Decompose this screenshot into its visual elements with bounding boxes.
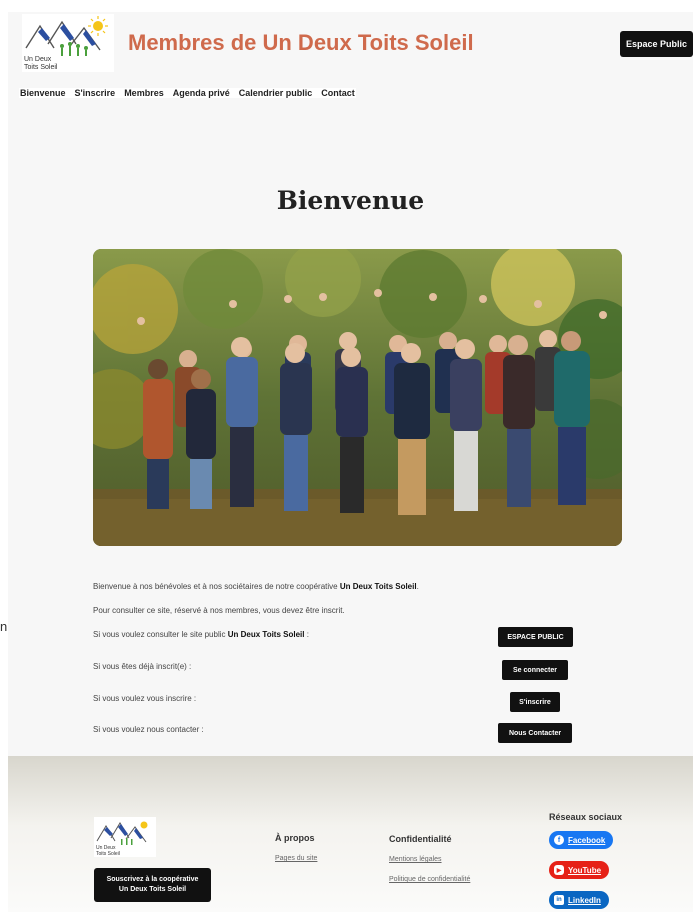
- intro-line-2: Pour consulter ce site, réservé à nos me…: [93, 606, 345, 615]
- facebook-button[interactable]: f Facebook: [549, 831, 614, 849]
- youtube-button[interactable]: ▶ YouTube: [549, 861, 610, 879]
- intro-line-1-coop-name: Un Deux Toits Soleil: [339, 582, 417, 591]
- row-public-site-prefix: Si vous voulez consulter le site public: [93, 630, 228, 639]
- contact-button[interactable]: Nous Contacter: [498, 723, 572, 743]
- footer-privacy-heading: Confidentialité: [389, 834, 452, 844]
- register-button[interactable]: S'inscrire: [510, 692, 560, 712]
- espace-public-cta-button[interactable]: ESPACE PUBLIC: [498, 627, 573, 647]
- nav-item-membres[interactable]: Membres: [124, 88, 164, 98]
- row-contact-text: Si vous voulez nous contacter :: [93, 725, 204, 734]
- footer-about-heading: À propos: [275, 833, 315, 843]
- footer-link-pages-du-site[interactable]: Pages du site: [275, 855, 317, 862]
- logo-text-line1: Un Deux: [24, 56, 52, 63]
- site-footer: Un Deux Toits Soleil Souscrivez à la coo…: [8, 756, 693, 912]
- site-logo[interactable]: Un Deux Toits Soleil: [22, 14, 114, 72]
- subscribe-button-line1: Souscrivez à la coopérative: [106, 876, 199, 883]
- linkedin-button[interactable]: in LinkedIn: [549, 891, 609, 909]
- page-title: Bienvenue: [276, 186, 425, 215]
- facebook-label: Facebook: [568, 835, 606, 845]
- row-login-text: Si vous êtes déjà inscrit(e) :: [93, 662, 192, 671]
- nav-item-sinscrire[interactable]: S'inscrire: [75, 88, 116, 98]
- footer-link-mentions-legales[interactable]: Mentions légales: [389, 856, 442, 863]
- subscribe-button[interactable]: Souscrivez à la coopérative Un Deux Toit…: [94, 868, 211, 902]
- nav-item-agenda-prive[interactable]: Agenda privé: [173, 88, 230, 98]
- group-photo: [93, 249, 622, 546]
- main-nav: Bienvenue S'inscrire Membres Agenda priv…: [19, 88, 356, 98]
- row-public-site-coop-name: Un Deux Toits Soleil: [227, 630, 305, 639]
- subscribe-button-line2: Un Deux Toits Soleil: [118, 886, 187, 893]
- footer-logo-text-line2: Toits Soleil: [96, 851, 120, 857]
- linkedin-icon: in: [554, 895, 564, 905]
- intro-line-1: Bienvenue à nos bénévoles et à nos socié…: [93, 582, 419, 591]
- nav-item-calendrier-public[interactable]: Calendrier public: [239, 88, 313, 98]
- youtube-label: YouTube: [568, 865, 602, 875]
- nav-item-contact[interactable]: Contact: [321, 88, 355, 98]
- stray-text: n: [0, 619, 8, 634]
- logo-text-line2: Toits Soleil: [24, 64, 58, 71]
- espace-public-button[interactable]: Espace Public: [620, 31, 693, 57]
- facebook-icon: f: [554, 835, 564, 845]
- youtube-icon: ▶: [554, 865, 564, 875]
- footer-logo[interactable]: Un Deux Toits Soleil: [94, 817, 156, 857]
- site-title[interactable]: Membres de Un Deux Toits Soleil: [128, 30, 474, 56]
- page-content: Un Deux Toits Soleil Membres de Un Deux …: [8, 12, 693, 756]
- row-register-text: Si vous voulez vous inscrire :: [93, 694, 197, 703]
- row-public-site-text: Si vous voulez consulter le site public …: [93, 630, 309, 639]
- row-public-site-suffix: :: [304, 630, 309, 639]
- footer-link-politique-confidentialite[interactable]: Politique de confidentialité: [389, 876, 470, 883]
- group-photo-illustration: [93, 249, 622, 546]
- footer-logo-graphic: Un Deux Toits Soleil: [96, 821, 148, 857]
- footer-social-heading: Réseaux sociaux: [549, 812, 623, 822]
- nav-item-bienvenue[interactable]: Bienvenue: [20, 88, 66, 98]
- linkedin-label: LinkedIn: [568, 895, 601, 905]
- login-button[interactable]: Se connecter: [502, 660, 568, 680]
- intro-line-1-suffix: .: [416, 582, 419, 591]
- logo-graphic: Un Deux Toits Soleil: [24, 16, 108, 71]
- intro-line-1-prefix: Bienvenue à nos bénévoles et à nos socié…: [93, 582, 340, 591]
